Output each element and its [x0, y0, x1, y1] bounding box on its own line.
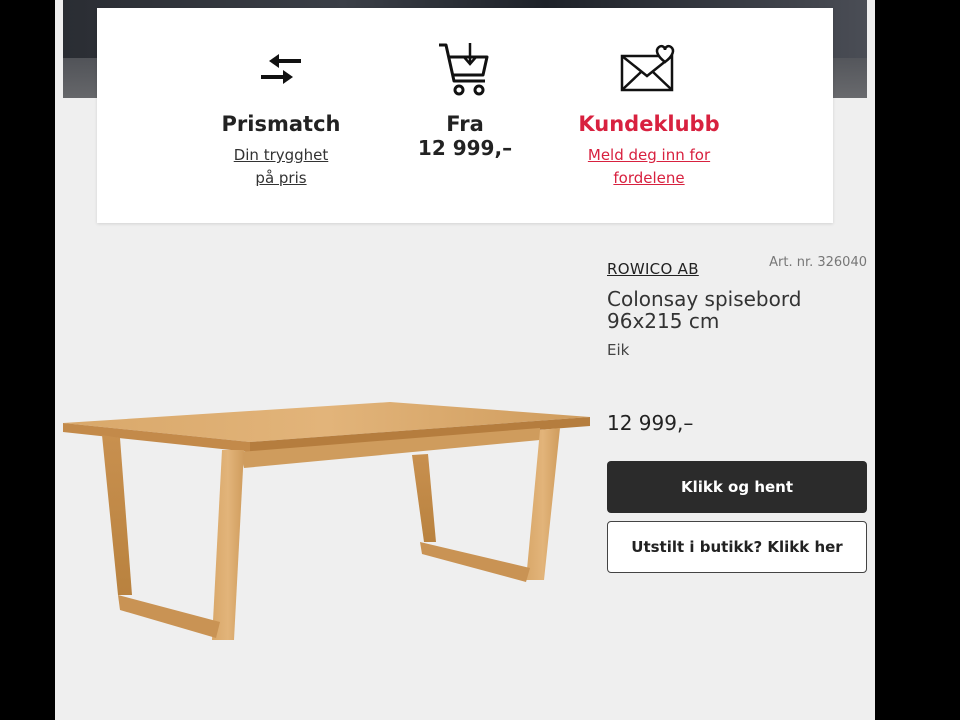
prismatch-link-line2[interactable]: på pris — [181, 167, 381, 190]
fra-price: 12 999,– — [417, 136, 513, 160]
cart-download-icon — [439, 43, 489, 96]
article-number: Art. nr. 326040 — [769, 255, 867, 270]
product-image-table[interactable] — [60, 390, 590, 650]
kundeklubb-link-line2[interactable]: fordelene — [549, 167, 749, 190]
product-name: Colonsay spisebord 96x215 cm — [607, 287, 802, 333]
envelope-heart-icon — [620, 44, 675, 92]
leg-front-left — [102, 435, 132, 595]
leg-back-foot — [420, 542, 530, 582]
leg-back-left — [412, 454, 436, 542]
prismatch-link-line1[interactable]: Din trygghet — [181, 144, 381, 167]
leg-front-foot — [118, 595, 220, 638]
product-variant: Eik — [607, 341, 630, 359]
leg-front-right — [212, 450, 244, 640]
kundeklubb-title: Kundeklubb — [578, 112, 720, 136]
click-collect-button[interactable]: Klikk og hent — [607, 461, 867, 513]
prismatch-title: Prismatch — [221, 112, 341, 136]
leg-back-right — [526, 428, 560, 580]
usp-card: Prismatch Din trygghet på pris Fra 12 99… — [97, 8, 833, 223]
in-store-button[interactable]: Utstilt i butikk? Klikk her — [607, 521, 867, 573]
kundeklubb-link-line1[interactable]: Meld deg inn for — [549, 144, 749, 167]
product-price: 12 999,– — [607, 411, 694, 435]
brand-link[interactable]: ROWICO AB — [607, 260, 699, 278]
product-page: Prismatch Din trygghet på pris Fra 12 99… — [55, 0, 875, 720]
fra-title: Fra — [446, 112, 484, 136]
arrows-exchange-icon — [261, 54, 301, 84]
